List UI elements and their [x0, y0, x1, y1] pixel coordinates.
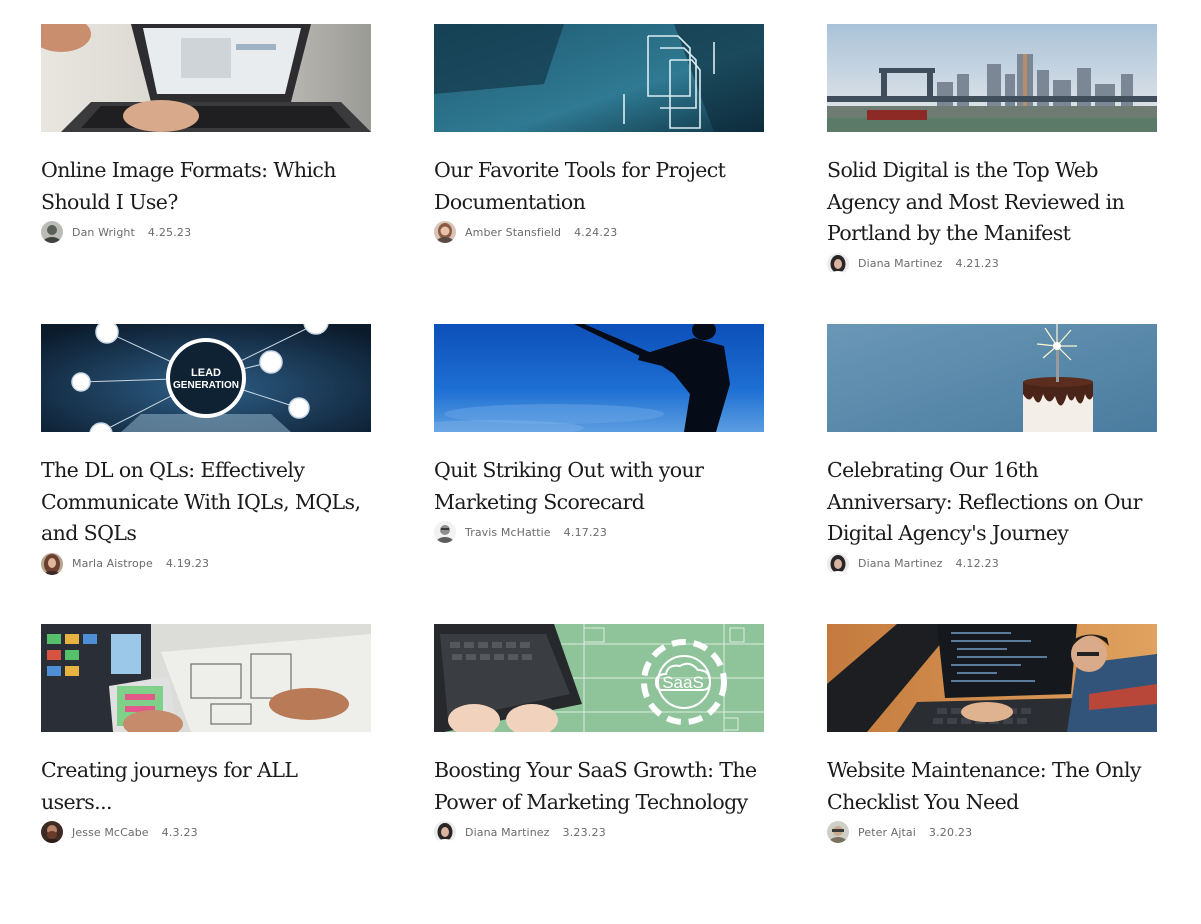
post-title[interactable]: Website Maintenance: The Only Checklist … — [827, 755, 1157, 818]
post-thumbnail-birthday-cake[interactable] — [827, 324, 1157, 432]
author-avatar — [41, 552, 63, 575]
post-thumbnail-lead-generation[interactable]: LEAD GENERATION — [41, 324, 371, 432]
post-date: 3.20.23 — [928, 825, 973, 839]
author-avatar — [827, 821, 849, 843]
author-avatar — [827, 552, 849, 575]
post-title[interactable]: Online Image Formats: Which Should I Use… — [41, 155, 371, 218]
post-thumbnail-saas-laptop[interactable]: SaaS — [434, 624, 764, 732]
post-meta: Diana Martinez 4.12.23 — [827, 552, 1157, 575]
post-date: 3.23.23 — [562, 825, 606, 839]
post-author[interactable]: Travis McHattie — [465, 526, 551, 539]
post-date: 4.12.23 — [955, 557, 999, 570]
blog-post-card[interactable]: LEAD GENERATION The DL on QLs: Effective… — [41, 324, 371, 624]
post-meta: Dan Wright 4.25.23 — [41, 221, 371, 243]
blog-post-card[interactable]: Our Favorite Tools for Project Documenta… — [434, 24, 764, 324]
blog-post-card[interactable]: Website Maintenance: The Only Checklist … — [827, 624, 1157, 924]
post-author[interactable]: Marla Aistrope — [72, 557, 153, 570]
post-title[interactable]: The DL on QLs: Effectively Communicate W… — [41, 455, 371, 550]
post-date: 4.24.23 — [574, 225, 618, 239]
post-date: 4.21.23 — [955, 257, 999, 270]
post-title[interactable]: Creating journeys for ALL users... — [41, 755, 371, 818]
blog-post-card[interactable]: Quit Striking Out with your Marketing Sc… — [434, 324, 764, 624]
post-meta: Amber Stansfield 4.24.23 — [434, 221, 764, 243]
blog-post-grid: Online Image Formats: Which Should I Use… — [41, 24, 1157, 924]
post-author[interactable]: Diana Martinez — [858, 257, 943, 270]
post-thumbnail-documents[interactable] — [434, 24, 764, 132]
post-thumbnail-portland-skyline[interactable] — [827, 24, 1157, 132]
post-meta: Diana Martinez 4.21.23 — [827, 252, 1157, 275]
post-author[interactable]: Peter Ajtai — [858, 826, 916, 839]
post-author[interactable]: Diana Martinez — [858, 557, 943, 570]
post-thumbnail-ux-wireframe[interactable] — [41, 624, 371, 732]
author-avatar — [434, 521, 456, 543]
blog-post-card[interactable]: Online Image Formats: Which Should I Use… — [41, 24, 371, 324]
post-author[interactable]: Amber Stansfield — [465, 226, 561, 239]
post-date: 4.19.23 — [165, 557, 210, 570]
post-meta: Jesse McCabe 4.3.23 — [41, 821, 371, 843]
author-avatar — [41, 221, 63, 243]
blog-post-card[interactable]: SaaS Boosting Your SaaS Growth: The Powe… — [434, 624, 764, 924]
post-title[interactable]: Boosting Your SaaS Growth: The Power of … — [434, 755, 764, 818]
post-date: 4.17.23 — [563, 525, 608, 539]
author-avatar — [827, 252, 849, 275]
post-meta: Marla Aistrope 4.19.23 — [41, 552, 371, 575]
post-author[interactable]: Jesse McCabe — [72, 826, 149, 839]
post-title[interactable]: Celebrating Our 16th Anniversary: Reflec… — [827, 455, 1157, 550]
post-author[interactable]: Dan Wright — [72, 226, 135, 239]
author-avatar — [434, 821, 456, 843]
post-title[interactable]: Solid Digital is the Top Web Agency and … — [827, 155, 1157, 250]
post-author[interactable]: Diana Martinez — [465, 826, 550, 839]
post-date: 4.3.23 — [161, 825, 198, 839]
post-meta: Diana Martinez 3.23.23 — [434, 821, 764, 843]
post-thumbnail-baseball-silhouette[interactable] — [434, 324, 764, 432]
blog-post-card[interactable]: Creating journeys for ALL users... Jesse… — [41, 624, 371, 924]
post-meta: Travis McHattie 4.17.23 — [434, 521, 764, 543]
saas-label: SaaS — [662, 673, 704, 692]
author-avatar — [434, 221, 456, 243]
blog-post-card[interactable]: Solid Digital is the Top Web Agency and … — [827, 24, 1157, 324]
post-title[interactable]: Quit Striking Out with your Marketing Sc… — [434, 455, 764, 518]
post-thumbnail-developer-coding[interactable] — [827, 624, 1157, 732]
post-title[interactable]: Our Favorite Tools for Project Documenta… — [434, 155, 764, 218]
post-thumbnail-laptop-typing[interactable] — [41, 24, 371, 132]
blog-post-card[interactable]: Celebrating Our 16th Anniversary: Reflec… — [827, 324, 1157, 624]
author-avatar — [41, 821, 63, 843]
post-meta: Peter Ajtai 3.20.23 — [827, 821, 1157, 843]
post-date: 4.25.23 — [147, 225, 192, 239]
lead-generation-line-1: LEAD — [191, 367, 221, 379]
lead-generation-line-2: GENERATION — [173, 380, 239, 391]
